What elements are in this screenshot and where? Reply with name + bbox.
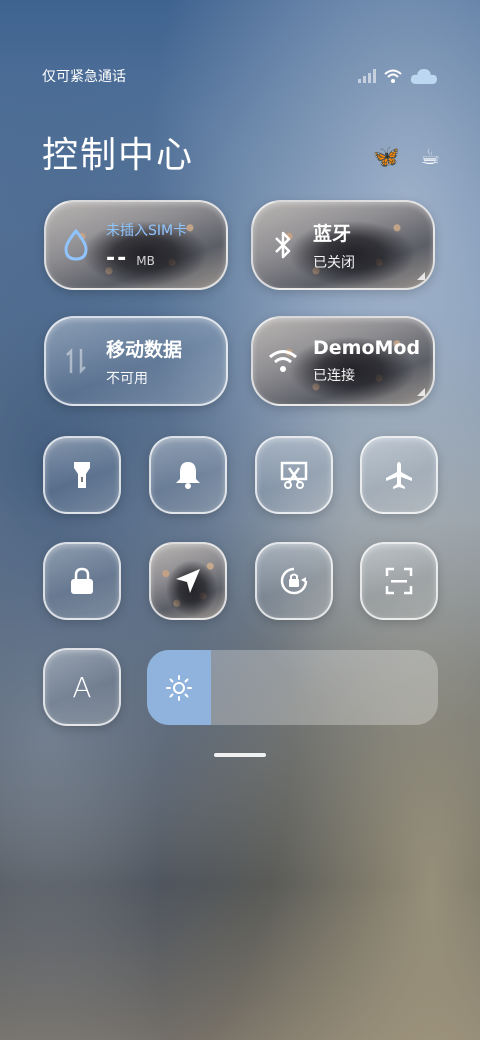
expand-corner-icon — [417, 272, 425, 280]
bluetooth-tile[interactable]: 蓝牙 已关闭 — [251, 200, 435, 290]
wifi-tile-icon — [253, 349, 313, 373]
signal-icon — [358, 69, 376, 83]
wifi-icon — [384, 69, 402, 83]
data-arrows-icon — [46, 347, 106, 375]
location-toggle[interactable] — [149, 542, 227, 620]
font-size-toggle[interactable]: A — [43, 648, 121, 726]
expand-corner-icon — [417, 388, 425, 396]
brightness-slider[interactable] — [147, 650, 438, 725]
bell-toggle[interactable] — [149, 436, 227, 514]
wifi-status: 已连接 — [313, 368, 355, 384]
wifi-tile[interactable]: DemoMod 已连接 — [251, 316, 435, 406]
data-usage-title: 未插入SIM卡 — [106, 222, 188, 239]
scissors-icon — [280, 461, 308, 489]
bluetooth-status: 已关闭 — [313, 254, 355, 271]
header-icons: 🦋 ☕ — [373, 145, 440, 170]
scan-icon — [385, 567, 413, 595]
coffee-cup-icon[interactable]: ☕ — [420, 145, 440, 170]
data-usage-value-row: -- MB — [106, 246, 187, 271]
rotation-lock-toggle[interactable] — [255, 542, 333, 620]
bell-icon — [176, 462, 200, 489]
mobile-data-tile[interactable]: 移动数据 不可用 — [44, 316, 228, 406]
page-title: 控制中心 — [42, 135, 195, 176]
bluetooth-icon — [253, 230, 313, 260]
mobile-data-label: 移动数据 — [106, 338, 183, 361]
airplane-icon — [386, 462, 412, 489]
butterfly-icon[interactable]: 🦋 — [373, 145, 400, 170]
mobile-data-status: 不可用 — [106, 370, 148, 387]
data-usage-unit: MB — [136, 253, 155, 268]
brightness-fill — [147, 650, 212, 725]
scanner-toggle[interactable] — [360, 542, 438, 620]
airplane-mode-toggle[interactable] — [360, 436, 438, 514]
data-usage-value: -- — [106, 245, 129, 271]
data-usage-tile[interactable]: 未插入SIM卡 -- MB — [44, 200, 228, 290]
bluetooth-label: 蓝牙 — [313, 222, 352, 245]
carrier-status: 仅可紧急通话 — [42, 69, 126, 85]
status-icons — [358, 67, 438, 85]
rotation-lock-icon — [280, 567, 308, 595]
sun-icon — [166, 674, 192, 701]
flashlight-toggle[interactable] — [43, 436, 121, 514]
lock-screen-toggle[interactable] — [43, 542, 121, 620]
flashlight-icon — [74, 462, 90, 488]
cloud-icon — [410, 69, 437, 84]
water-drop-icon — [46, 229, 106, 261]
lock-icon — [71, 567, 93, 594]
home-indicator[interactable] — [214, 753, 266, 757]
screenshot-toggle[interactable] — [255, 436, 333, 514]
location-arrow-icon — [176, 569, 200, 593]
font-icon: A — [72, 670, 92, 704]
wifi-network-name: DemoMod — [313, 337, 421, 359]
status-bar: 仅可紧急通话 — [42, 64, 438, 88]
